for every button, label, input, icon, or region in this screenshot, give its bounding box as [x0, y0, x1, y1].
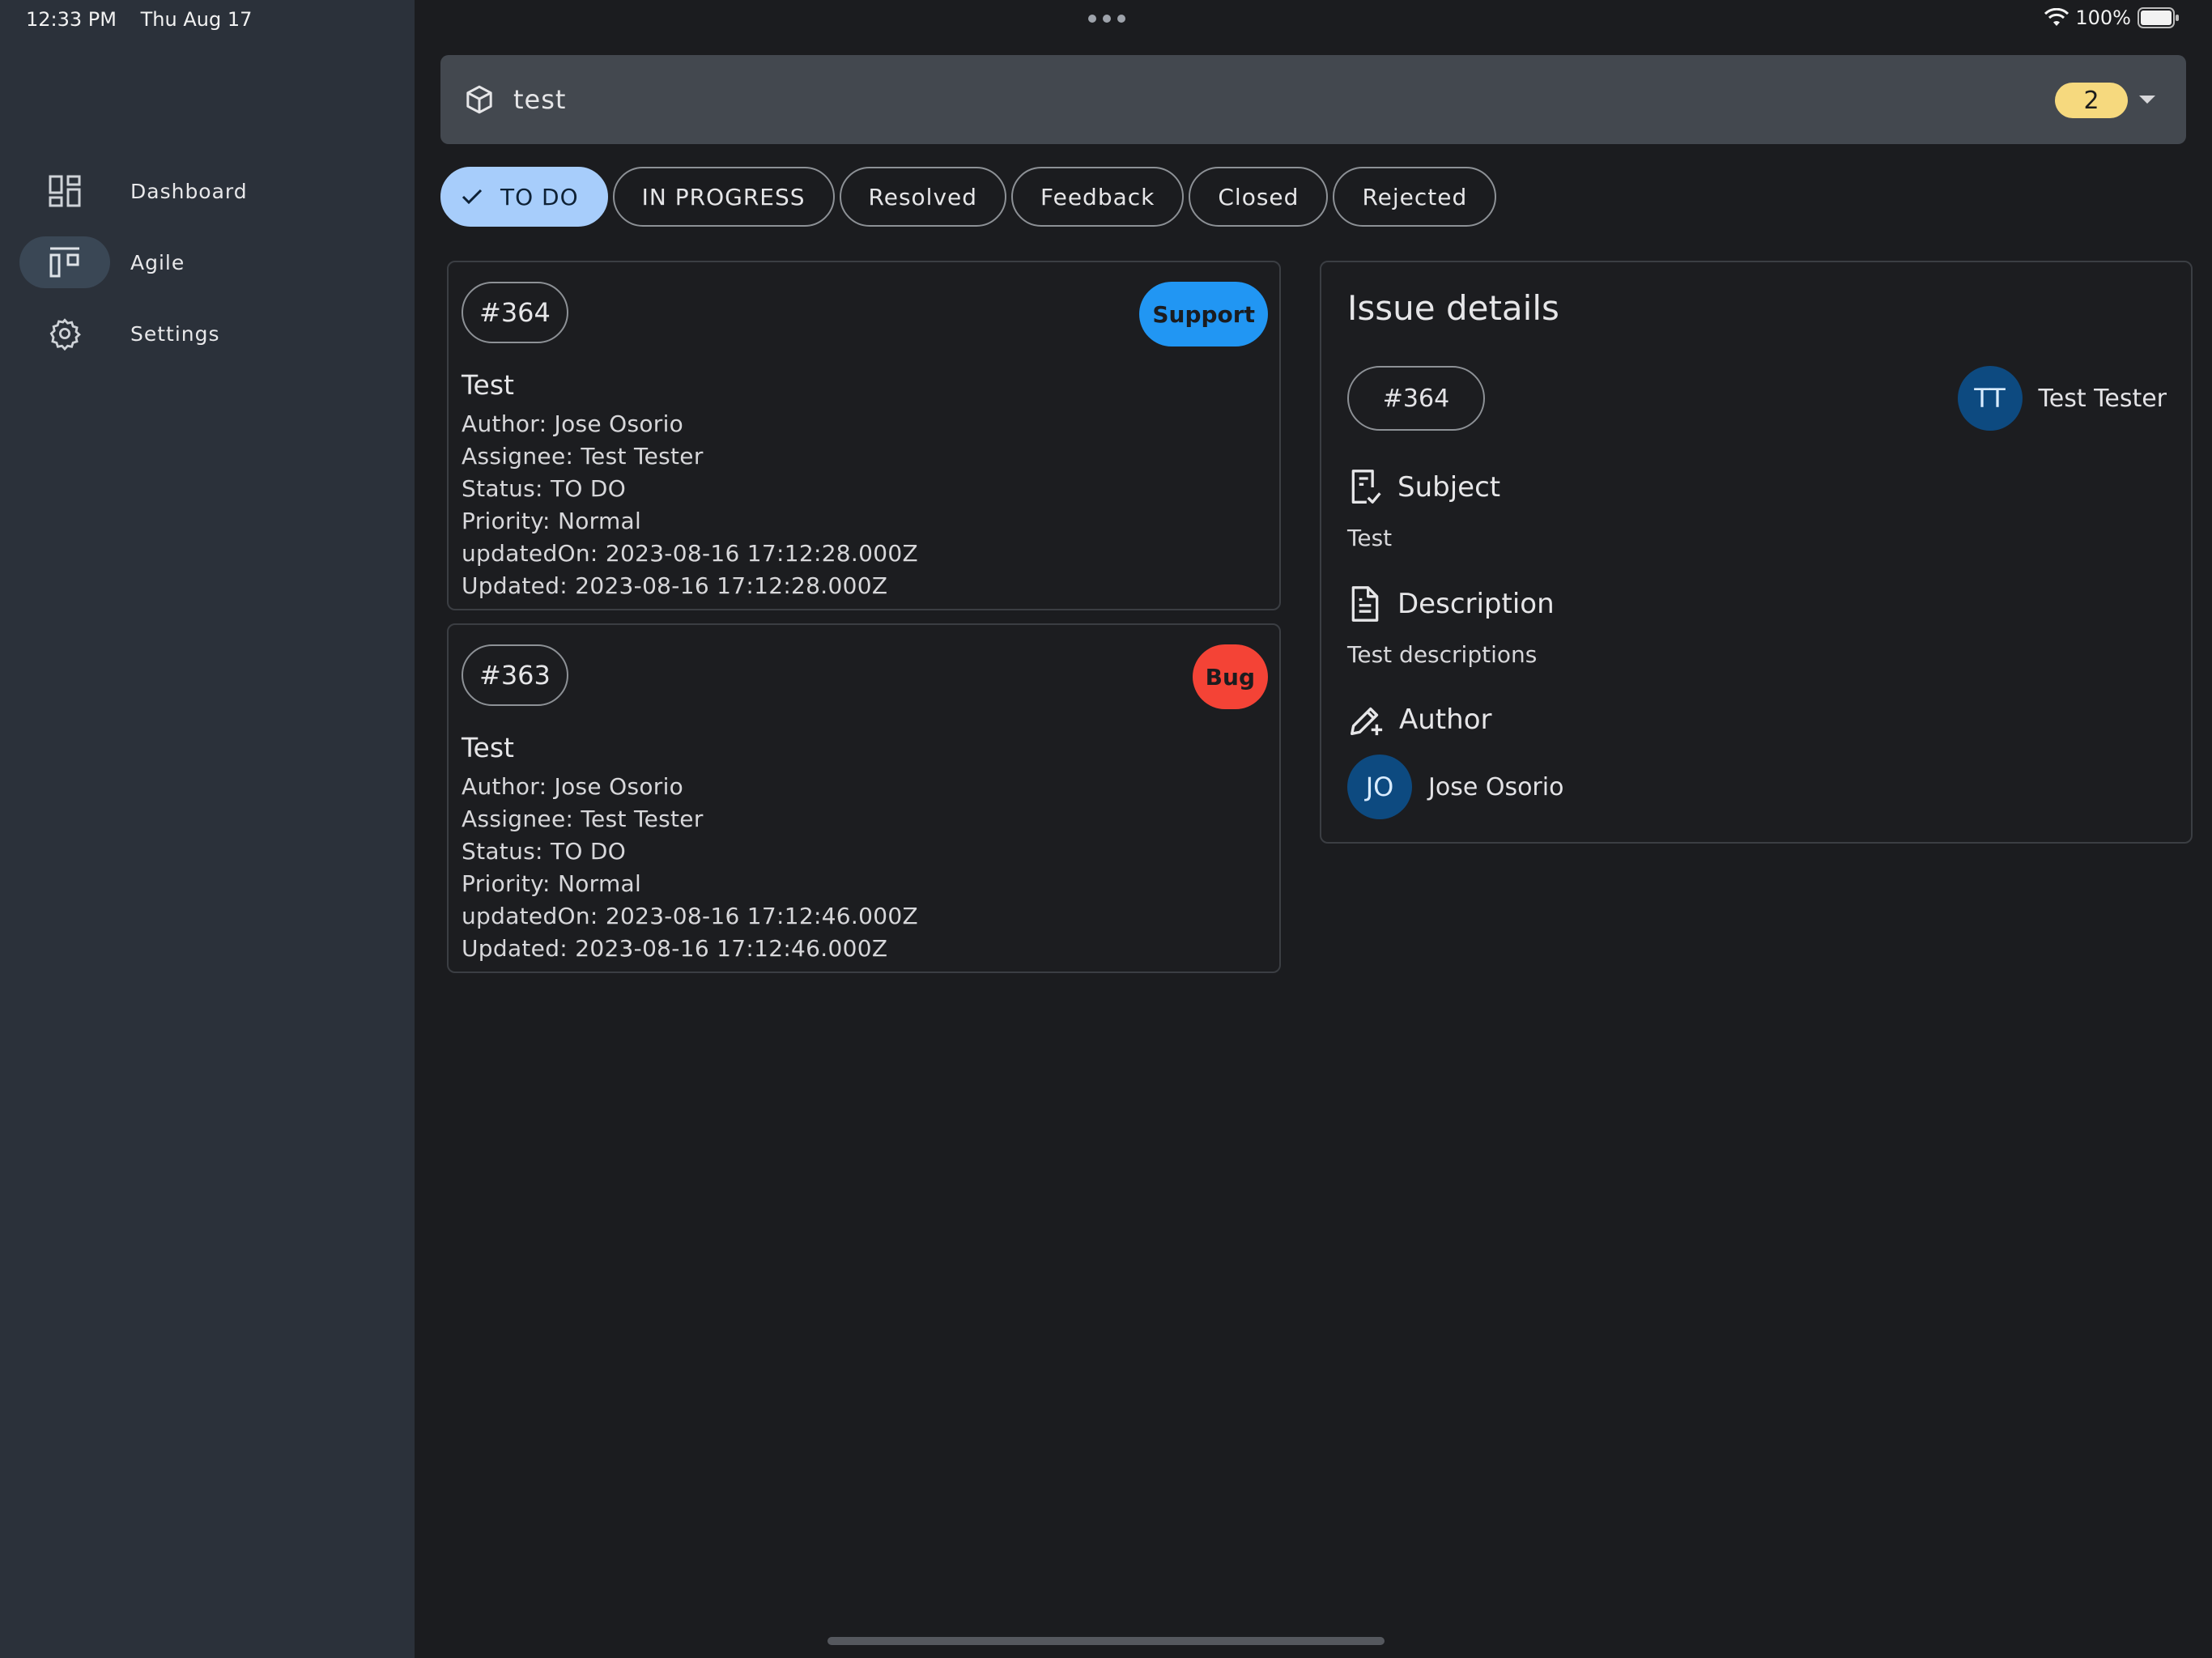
filter-chip-feedback[interactable]: Feedback — [1011, 167, 1185, 227]
issue-status: Status: TO DO — [462, 838, 627, 865]
sidebar-item-label: Agile — [130, 250, 185, 274]
issue-title: Test — [462, 369, 514, 401]
author-heading: Author — [1347, 701, 1491, 738]
status-filter-chips: TO DO IN PROGRESS Resolved Feedback Clos… — [440, 167, 1497, 227]
details-title: Issue details — [1347, 288, 1559, 328]
description-heading: Description — [1347, 585, 1555, 623]
avatar: JO — [1347, 755, 1412, 819]
battery-icon — [2138, 7, 2179, 28]
issue-author: Author: Jose Osorio — [462, 410, 684, 437]
pencil-plus-icon — [1351, 707, 1383, 736]
author-name: Jose Osorio — [1428, 772, 1564, 801]
wifi-icon — [2044, 8, 2069, 26]
status-bar-clock: 12:33 PM Thu Aug 17 — [26, 8, 270, 31]
issue-id-pill: #363 — [462, 644, 568, 706]
issue-updated-on: updatedOn: 2023-08-16 17:12:28.000Z — [462, 540, 918, 567]
subject-icon — [1351, 470, 1381, 504]
subject-heading: Subject — [1347, 468, 1500, 507]
gear-icon — [49, 318, 81, 351]
home-indicator[interactable] — [827, 1637, 1385, 1645]
status-time: 12:33 PM — [26, 8, 117, 31]
caret-down-icon[interactable] — [2139, 96, 2155, 104]
project-name: test — [513, 84, 567, 115]
issue-card[interactable]: #363 Bug Test Author: Jose Osorio Assign… — [447, 623, 1281, 973]
multitask-dots-icon[interactable] — [1088, 15, 1125, 23]
sidebar-item-settings[interactable]: Settings — [19, 308, 219, 359]
author-label: Author — [1399, 704, 1492, 736]
filter-chip-rejected[interactable]: Rejected — [1333, 167, 1497, 227]
issue-priority: Priority: Normal — [462, 870, 642, 897]
issue-id-pill: #364 — [462, 282, 568, 343]
tracker-badge: Bug — [1192, 644, 1268, 709]
battery-percent: 100% — [2075, 6, 2131, 29]
assignee-name: Test Tester — [2038, 384, 2167, 413]
filter-chip-label: Closed — [1218, 183, 1300, 210]
details-issue-id: #364 — [1347, 366, 1485, 431]
status-bar-right: 100% — [2044, 6, 2180, 29]
description-label: Description — [1397, 588, 1555, 620]
filter-chip-label: TO DO — [500, 183, 579, 210]
dashboard-icon — [49, 175, 81, 207]
filter-chip-label: Rejected — [1362, 183, 1468, 210]
issue-assignee: Assignee: Test Tester — [462, 443, 704, 470]
issue-assignee: Assignee: Test Tester — [462, 806, 704, 832]
issue-updated-on: updatedOn: 2023-08-16 17:12:46.000Z — [462, 903, 918, 929]
sidebar-item-label: Settings — [130, 321, 220, 346]
issue-meta: Author: Jose Osorio Assignee: Test Teste… — [462, 771, 918, 965]
issue-title: Test — [462, 732, 514, 763]
checkmark-icon — [462, 189, 483, 205]
filter-chip-closed[interactable]: Closed — [1189, 167, 1329, 227]
subject-value: Test — [1347, 525, 1393, 551]
sidebar-item-settings-pill[interactable] — [19, 308, 110, 359]
issue-count-badge: 2 — [2055, 83, 2128, 118]
issue-author: Author: Jose Osorio — [462, 773, 684, 800]
agile-board-icon — [49, 247, 79, 278]
filter-chip-label: IN PROGRESS — [641, 183, 806, 210]
filter-chip-label: Feedback — [1040, 183, 1155, 210]
sidebar-item-agile[interactable]: Agile — [19, 236, 184, 288]
details-author: JO Jose Osorio — [1347, 755, 1563, 819]
tracker-badge: Support — [1139, 282, 1268, 346]
subject-label: Subject — [1397, 471, 1501, 504]
description-value: Test descriptions — [1347, 641, 1538, 668]
details-assignee: TT Test Tester — [1957, 366, 2167, 431]
issue-updated: Updated: 2023-08-16 17:12:28.000Z — [462, 572, 888, 599]
filter-chip-in-progress[interactable]: IN PROGRESS — [612, 167, 835, 227]
sidebar-item-agile-pill[interactable] — [19, 236, 110, 288]
sidebar-item-dashboard[interactable]: Dashboard — [19, 165, 247, 217]
avatar: TT — [1957, 366, 2023, 431]
status-date: Thu Aug 17 — [140, 8, 253, 31]
filter-chip-resolved[interactable]: Resolved — [839, 167, 1007, 227]
issue-card[interactable]: #364 Support Test Author: Jose Osorio As… — [447, 261, 1281, 610]
issue-meta: Author: Jose Osorio Assignee: Test Teste… — [462, 408, 918, 602]
project-selector[interactable]: test 2 — [440, 55, 2186, 144]
filter-chip-label: Resolved — [868, 183, 978, 210]
filter-chip-todo[interactable]: TO DO — [440, 167, 608, 227]
issue-priority: Priority: Normal — [462, 508, 642, 534]
issue-status: Status: TO DO — [462, 475, 627, 502]
document-icon — [1351, 586, 1379, 622]
sidebar-item-label: Dashboard — [130, 179, 248, 203]
issue-updated: Updated: 2023-08-16 17:12:46.000Z — [462, 935, 888, 962]
sidebar: 12:33 PM Thu Aug 17 Dashboard Agile Sett… — [0, 0, 415, 1658]
cube-icon — [466, 85, 492, 114]
sidebar-item-dashboard-pill[interactable] — [19, 165, 110, 217]
issue-details-panel: Issue details #364 TT Test Tester Subjec… — [1320, 261, 2193, 844]
